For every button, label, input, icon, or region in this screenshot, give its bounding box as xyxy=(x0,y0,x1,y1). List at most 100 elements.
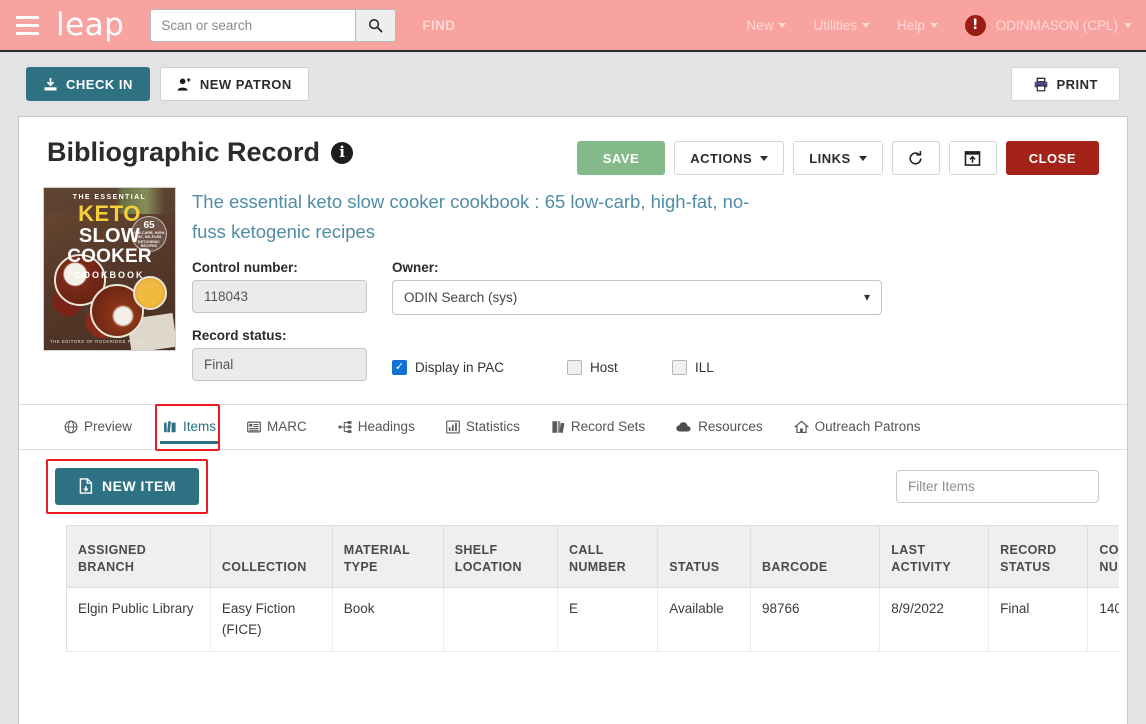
control-number-field: Control number: 118043 xyxy=(192,260,367,315)
items-table-container[interactable]: ASSIGNED BRANCH COLLECTION MATERIAL TYPE… xyxy=(66,524,1119,652)
user-account-menu[interactable]: ODINMASON (CPL) xyxy=(996,18,1132,33)
home-icon xyxy=(793,420,809,433)
tab-record-sets[interactable]: Record Sets xyxy=(549,404,647,449)
tab-marc-label: MARC xyxy=(267,419,307,435)
col-barcode[interactable]: BARCODE xyxy=(750,525,881,589)
items-table-header-row: ASSIGNED BRANCH COLLECTION MATERIAL TYPE… xyxy=(67,525,1119,589)
owner-label: Owner: xyxy=(392,259,439,275)
checkbox-icon-checked: ✓ xyxy=(392,359,407,375)
page-title: Bibliographic Record i xyxy=(47,137,354,167)
record-title-link[interactable]: The essential keto slow cooker cookbook … xyxy=(192,187,752,247)
record-action-buttons: SAVE ACTIONS LINKS CLOSE xyxy=(576,141,1099,175)
col-status[interactable]: STATUS xyxy=(657,525,751,589)
app-logo[interactable]: leap xyxy=(56,7,124,43)
nav-help-label: Help xyxy=(896,17,925,33)
tab-marc[interactable]: MARC xyxy=(245,404,309,449)
tab-outreach-patrons[interactable]: Outreach Patrons xyxy=(792,404,923,449)
record-flags: ✓ Display in PAC Host ILL xyxy=(392,354,714,381)
nav-new[interactable]: New xyxy=(746,17,787,33)
cell-shelf-location xyxy=(443,587,558,652)
export-button[interactable] xyxy=(948,141,997,175)
cell-material-type: Book xyxy=(332,587,444,652)
new-item-wrapper: NEW ITEM xyxy=(46,458,208,514)
record-status-input: Final xyxy=(192,347,367,381)
cell-status: Available xyxy=(657,587,751,652)
book-cover-image[interactable]: 65 LOW-CARB, HIGH-FAT, NO-FUSS KETOGENIC… xyxy=(43,187,176,351)
cell-collection: Easy Fiction (FICE) xyxy=(210,587,333,652)
close-label: CLOSE xyxy=(1028,150,1076,166)
find-link[interactable]: FIND xyxy=(422,18,455,33)
refresh-button[interactable] xyxy=(891,141,940,175)
info-icon[interactable]: i xyxy=(331,141,354,164)
col-control-number[interactable]: CONTROL NUMBER xyxy=(1087,525,1119,589)
new-patron-label: NEW PATRON xyxy=(199,76,292,92)
headings-icon xyxy=(338,420,352,433)
check-in-button[interactable]: CHECK IN xyxy=(26,67,150,101)
record-tabs: Preview Items MARC Headings Statistics R… xyxy=(19,403,1127,451)
record-fields: The essential keto slow cooker cookbook … xyxy=(176,187,1099,381)
checkbox-host[interactable]: Host xyxy=(567,359,672,375)
col-record-status[interactable]: RECORD STATUS xyxy=(988,525,1089,589)
field-row-status-checks: Record status: Final ✓ Display in PAC Ho… xyxy=(192,328,1099,381)
tab-statistics[interactable]: Statistics xyxy=(444,404,522,449)
checkbox-display-in-pac-label: Display in PAC xyxy=(415,359,505,375)
col-call-number[interactable]: CALL NUMBER xyxy=(557,525,659,589)
actions-dropdown-button[interactable]: ACTIONS xyxy=(674,141,785,175)
col-assigned-branch[interactable]: ASSIGNED BRANCH xyxy=(67,525,211,589)
checkbox-icon-unchecked xyxy=(567,359,582,375)
tab-headings[interactable]: Headings xyxy=(336,404,417,449)
top-navigation-bar: leap FIND New Utilities Help ! ODINMASON… xyxy=(0,0,1146,52)
checkbox-icon-unchecked xyxy=(672,359,687,375)
items-table-body: Elgin Public Library Easy Fiction (FICE)… xyxy=(67,587,1119,652)
links-dropdown-button[interactable]: LINKS xyxy=(793,141,883,175)
table-row[interactable]: Elgin Public Library Easy Fiction (FICE)… xyxy=(67,587,1119,652)
page-right-gutter xyxy=(1128,116,1146,724)
print-button[interactable]: PRINT xyxy=(1010,67,1120,101)
checkbox-ill[interactable]: ILL xyxy=(672,359,714,375)
col-shelf-location[interactable]: SHELF LOCATION xyxy=(443,525,558,589)
nav-help[interactable]: Help xyxy=(897,18,938,33)
new-patron-icon xyxy=(177,77,191,91)
filter-items-input[interactable] xyxy=(896,469,1099,503)
col-material-type[interactable]: MATERIAL TYPE xyxy=(332,525,444,589)
checkbox-ill-label: ILL xyxy=(695,359,714,375)
tab-preview[interactable]: Preview xyxy=(62,404,134,449)
links-label: LINKS xyxy=(809,150,851,166)
cover-recipe-badge: 65 LOW-CARB, HIGH-FAT, NO-FUSS KETOGENIC… xyxy=(131,216,167,252)
refresh-icon xyxy=(909,150,922,165)
page-title-text: Bibliographic Record xyxy=(47,137,321,167)
chevron-down-icon: ▾ xyxy=(863,290,870,305)
close-button[interactable]: CLOSE xyxy=(1005,141,1099,175)
cell-record-status: Final xyxy=(988,587,1089,652)
items-toolbar: NEW ITEM xyxy=(19,450,1127,514)
cover-line-5: COOKBOOK xyxy=(74,269,145,280)
nav-utilities[interactable]: Utilities xyxy=(813,18,870,33)
tab-items-label: Items xyxy=(183,419,217,435)
alert-exclamation-icon[interactable]: ! xyxy=(964,14,986,36)
card-header: Bibliographic Record i SAVE ACTIONS LINK… xyxy=(19,117,1127,175)
col-last-activity[interactable]: LAST ACTIVITY xyxy=(879,525,990,589)
search-input[interactable] xyxy=(150,8,356,42)
cell-assigned-branch: Elgin Public Library xyxy=(67,587,211,652)
cover-badge-text: LOW-CARB, HIGH-FAT, NO-FUSS KETOGENIC RE… xyxy=(132,231,166,248)
nav-utilities-label: Utilities xyxy=(813,17,857,33)
tab-items[interactable]: Items xyxy=(160,404,220,449)
save-button[interactable]: SAVE xyxy=(576,141,666,175)
tab-resources[interactable]: Resources xyxy=(674,404,765,449)
hamburger-menu-icon[interactable] xyxy=(10,8,44,42)
owner-selected-value: ODIN Search (sys) xyxy=(404,289,518,305)
chevron-down-icon xyxy=(929,22,938,28)
new-patron-button[interactable]: NEW PATRON xyxy=(159,67,309,101)
check-in-icon xyxy=(44,77,57,90)
cell-last-activity: 8/9/2022 xyxy=(879,587,990,652)
items-table: ASSIGNED BRANCH COLLECTION MATERIAL TYPE… xyxy=(67,525,1119,652)
owner-select[interactable]: ODIN Search (sys) ▾ xyxy=(392,279,882,315)
search-button[interactable] xyxy=(355,8,397,42)
col-collection[interactable]: COLLECTION xyxy=(210,525,333,589)
checkbox-display-in-pac[interactable]: ✓ Display in PAC xyxy=(392,359,567,375)
new-item-label: NEW ITEM xyxy=(102,478,176,495)
nav-new-label: New xyxy=(746,17,774,33)
tab-outreach-patrons-label: Outreach Patrons xyxy=(814,419,921,435)
new-item-button[interactable]: NEW ITEM xyxy=(55,467,199,505)
chevron-down-icon xyxy=(858,155,867,161)
